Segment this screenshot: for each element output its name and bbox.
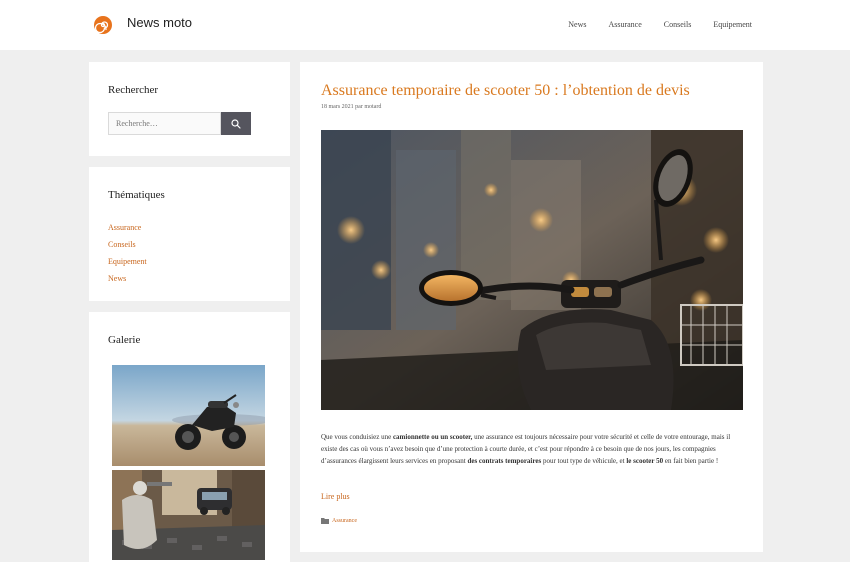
read-more-link[interactable]: Lire plus: [321, 492, 350, 501]
gallery-widget-title: Galerie: [108, 334, 141, 346]
themes-list: Assurance Conseils Equipement News: [108, 219, 147, 287]
theme-link-news[interactable]: News: [108, 274, 126, 283]
gallery-widget: Galerie: [89, 312, 290, 562]
theme-link-conseils[interactable]: Conseils: [108, 240, 136, 249]
search-icon: [231, 118, 241, 129]
list-item: Assurance: [108, 219, 147, 236]
themes-widget: Thématiques Assurance Conseils Equipemen…: [89, 167, 290, 301]
gallery-image-scooter-street[interactable]: [112, 470, 265, 560]
article-hero-image[interactable]: [321, 130, 743, 410]
search-widget: Rechercher: [89, 62, 290, 156]
theme-link-equipement[interactable]: Equipement: [108, 257, 147, 266]
search-widget-title: Rechercher: [108, 84, 159, 96]
gallery-image-motorcycle[interactable]: [112, 365, 265, 466]
excerpt-text: en fait bien partie !: [663, 457, 719, 465]
list-item: News: [108, 270, 147, 287]
article-category: Assurance: [321, 518, 357, 524]
nav-conseils[interactable]: Conseils: [664, 20, 692, 29]
site-header: News moto News Assurance Conseils Equipe…: [0, 0, 850, 50]
nav-equipement[interactable]: Equipement: [713, 20, 752, 29]
excerpt-bold: des contrats temporaires: [467, 457, 542, 465]
article-title[interactable]: Assurance temporaire de scooter 50 : l’o…: [321, 82, 690, 100]
list-item: Conseils: [108, 236, 147, 253]
spiral-logo-icon[interactable]: [93, 15, 113, 35]
nav-news[interactable]: News: [568, 20, 586, 29]
folder-icon: [321, 518, 329, 524]
article-card: Assurance temporaire de scooter 50 : l’o…: [300, 62, 763, 552]
themes-widget-title: Thématiques: [108, 189, 165, 201]
main-nav: News Assurance Conseils Equipement: [568, 20, 752, 29]
article-excerpt: Que vous conduisiez une camionnette ou u…: [321, 431, 743, 467]
list-item: Equipement: [108, 253, 147, 270]
excerpt-bold: camionnette ou un scooter,: [392, 433, 473, 441]
theme-link-assurance[interactable]: Assurance: [108, 223, 141, 232]
excerpt-text: pour tout type de véhicule, et: [541, 457, 627, 465]
excerpt-bold: le scooter 50: [626, 457, 664, 465]
category-link-assurance[interactable]: Assurance: [332, 518, 357, 524]
article-meta: 18 mars 2021 par motard: [321, 104, 382, 110]
search-button[interactable]: [221, 112, 251, 135]
search-input[interactable]: [108, 112, 221, 135]
excerpt-text: Que vous conduisiez une: [321, 433, 393, 441]
nav-assurance[interactable]: Assurance: [608, 20, 641, 29]
site-title[interactable]: News moto: [127, 15, 192, 30]
